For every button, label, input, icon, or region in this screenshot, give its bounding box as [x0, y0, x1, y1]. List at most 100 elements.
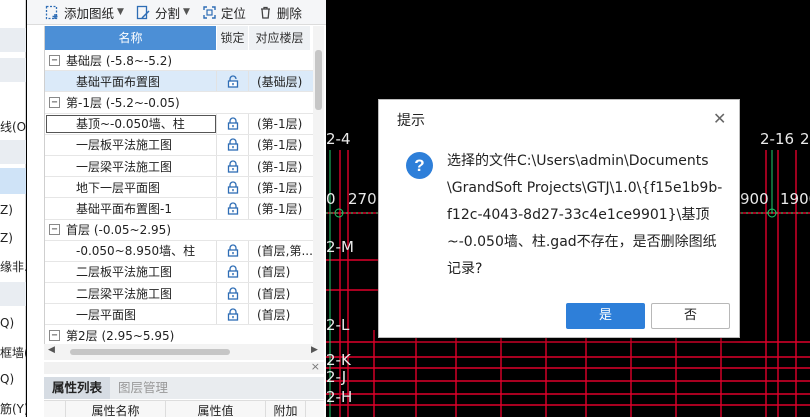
- floor-group-row[interactable]: − 基础层 (-5.8~-5.2): [45, 50, 315, 72]
- row-name-cell[interactable]: 一层板平法施工图: [45, 134, 217, 155]
- row-name-cell[interactable]: 二层梁平法施工图: [45, 283, 217, 304]
- yes-button[interactable]: 是: [566, 303, 645, 329]
- lock-icon[interactable]: [217, 240, 249, 261]
- row-name-cell[interactable]: 一层平面图: [45, 304, 217, 325]
- drawing-row[interactable]: 基础平面布置图 (基础层): [45, 71, 315, 93]
- row-floor-cell[interactable]: (第-1层): [249, 156, 315, 176]
- strip-block-selected[interactable]: [0, 168, 26, 194]
- row-name-cell[interactable]: 地下一层平面图: [45, 177, 217, 198]
- drawing-row[interactable]: 基顶~-0.050墙、柱 (第-1层): [45, 113, 315, 135]
- row-name-label: 第2层 (2.95~5.95): [66, 329, 175, 344]
- property-name-header[interactable]: 属性名称: [66, 401, 166, 417]
- strip-item[interactable]: 框墙(: [0, 344, 26, 361]
- chevron-down-icon[interactable]: ▼: [183, 7, 190, 17]
- row-name-label: 基础平面布置图: [76, 74, 161, 89]
- strip-item[interactable]: 缘非..: [0, 258, 26, 275]
- row-name-cell[interactable]: -0.050~8.950墙、柱: [45, 240, 217, 261]
- horizontal-scroll-thumb[interactable]: [70, 349, 230, 355]
- dimension-label: 0: [326, 190, 336, 208]
- axis-label: 2-L: [326, 316, 350, 334]
- lock-icon[interactable]: [217, 198, 249, 219]
- row-name-label: 地下一层平面图: [76, 180, 161, 195]
- drawing-row[interactable]: 二层板平法施工图 (首层): [45, 261, 315, 284]
- no-button[interactable]: 否: [651, 303, 730, 329]
- strip-item[interactable]: Z): [0, 231, 26, 245]
- lock-icon[interactable]: [217, 261, 249, 283]
- row-name-cell[interactable]: − 基础层 (-5.8~-5.2): [45, 50, 315, 70]
- left-property-strip: 线(O) Z) Z) 缘非.. Q) 框墙( Q) 筋(Y): [0, 0, 26, 417]
- collapse-toggle-icon[interactable]: −: [49, 54, 60, 66]
- lock-icon[interactable]: [217, 155, 249, 177]
- drawing-row[interactable]: 一层梁平法施工图 (第-1层): [45, 155, 315, 178]
- drawing-row[interactable]: 二层梁平法施工图 (首层): [45, 283, 315, 305]
- drawing-row[interactable]: 基础平面布置图-1 (第-1层): [45, 198, 315, 220]
- dimension-label: 900: [740, 190, 769, 208]
- strip-item[interactable]: Z): [0, 203, 26, 217]
- scroll-left-icon[interactable]: ◀: [48, 345, 55, 355]
- row-name-cell[interactable]: − 首层 (-0.05~2.95): [45, 220, 315, 240]
- row-name-cell[interactable]: 二层板平法施工图: [45, 261, 217, 283]
- row-floor-cell[interactable]: (首层,第...: [249, 241, 315, 261]
- row-floor-cell[interactable]: (基础层): [249, 71, 315, 91]
- add-drawing-label: 添加图纸: [64, 5, 115, 21]
- lock-icon[interactable]: [217, 113, 249, 134]
- horizontal-scrollbar[interactable]: ◀ ▶: [44, 344, 324, 360]
- strip-item[interactable]: Q): [0, 316, 26, 330]
- collapse-toggle-icon[interactable]: −: [49, 224, 60, 236]
- row-floor-cell[interactable]: (首层): [249, 283, 315, 303]
- floor-group-row[interactable]: − 首层 (-0.05~2.95): [45, 220, 315, 241]
- row-name-cell[interactable]: 一层梁平法施工图: [45, 155, 217, 177]
- collapse-toggle-icon[interactable]: −: [49, 330, 60, 342]
- chevron-down-icon[interactable]: ▼: [117, 7, 124, 17]
- floor-group-row[interactable]: − 第2层 (2.95~5.95): [45, 325, 315, 344]
- lock-icon[interactable]: [217, 177, 249, 198]
- split-label: 分割: [154, 5, 180, 21]
- drawing-row[interactable]: 一层平面图 (首层): [45, 304, 315, 326]
- locate-button[interactable]: 定位: [202, 3, 246, 22]
- axis-label: 2-1: [800, 130, 810, 148]
- drawing-row[interactable]: -0.050~8.950墙、柱 (首层,第...: [45, 240, 315, 262]
- drawing-row[interactable]: 一层板平法施工图 (第-1层): [45, 134, 315, 156]
- close-icon[interactable]: ✕: [713, 109, 726, 128]
- lock-icon[interactable]: [217, 134, 249, 155]
- property-extra-header[interactable]: 附加: [266, 401, 306, 417]
- row-name-cell[interactable]: − 第-1层 (-5.2~-0.05): [45, 92, 315, 112]
- lock-icon[interactable]: [217, 304, 249, 325]
- vertical-scroll-thumb[interactable]: [315, 50, 322, 110]
- column-header-name[interactable]: 名称: [45, 26, 217, 50]
- row-name-label: 二层板平法施工图: [76, 265, 173, 280]
- row-floor-cell[interactable]: (第-1层): [249, 198, 315, 218]
- column-header-lock[interactable]: 锁定: [217, 26, 249, 50]
- drawing-row[interactable]: 地下一层平面图 (第-1层): [45, 177, 315, 199]
- strip-item[interactable]: 线(O): [0, 118, 26, 135]
- row-floor-cell[interactable]: (首层): [249, 262, 315, 282]
- row-floor-cell[interactable]: (第-1层): [249, 135, 315, 155]
- collapse-toggle-icon[interactable]: −: [49, 96, 60, 108]
- drawing-list-grid: 名称 锁定 对应楼层 − 基础层 (-5.8~-5.2) 基础平面布置图 (基础层) −…: [44, 26, 324, 344]
- row-floor-cell[interactable]: (首层): [249, 304, 315, 324]
- question-icon: ?: [406, 152, 433, 179]
- column-header-floor[interactable]: 对应楼层: [249, 26, 311, 50]
- unlock-icon[interactable]: [217, 71, 249, 92]
- property-value-header[interactable]: 属性值: [166, 401, 266, 417]
- add-drawing-button[interactable]: 添加图纸 ▼: [45, 3, 124, 22]
- split-button[interactable]: 分割 ▼: [136, 3, 190, 22]
- row-floor-cell[interactable]: (第-1层): [249, 177, 315, 197]
- row-name-label: 一层梁平法施工图: [76, 159, 173, 174]
- strip-item[interactable]: Q): [0, 372, 26, 386]
- strip-block: [0, 140, 26, 164]
- tab-properties[interactable]: 属性列表: [44, 377, 111, 399]
- panel-splitter[interactable]: ×: [44, 360, 324, 374]
- row-name-cell[interactable]: 基顶~-0.050墙、柱: [45, 113, 217, 134]
- close-icon[interactable]: ×: [311, 360, 320, 373]
- row-floor-cell[interactable]: (第-1层): [249, 114, 315, 134]
- floor-group-row[interactable]: − 第-1层 (-5.2~-0.05): [45, 92, 315, 114]
- delete-button[interactable]: 删除: [258, 3, 302, 22]
- row-name-cell[interactable]: − 第2层 (2.95~5.95): [45, 325, 315, 344]
- row-name-cell[interactable]: 基础平面布置图: [45, 71, 217, 92]
- scroll-right-icon[interactable]: ▶: [311, 345, 318, 355]
- lock-icon[interactable]: [217, 283, 249, 304]
- tab-layers[interactable]: 图层管理: [110, 377, 176, 399]
- strip-item[interactable]: 筋(Y): [0, 400, 26, 417]
- row-name-cell[interactable]: 基础平面布置图-1: [45, 198, 217, 219]
